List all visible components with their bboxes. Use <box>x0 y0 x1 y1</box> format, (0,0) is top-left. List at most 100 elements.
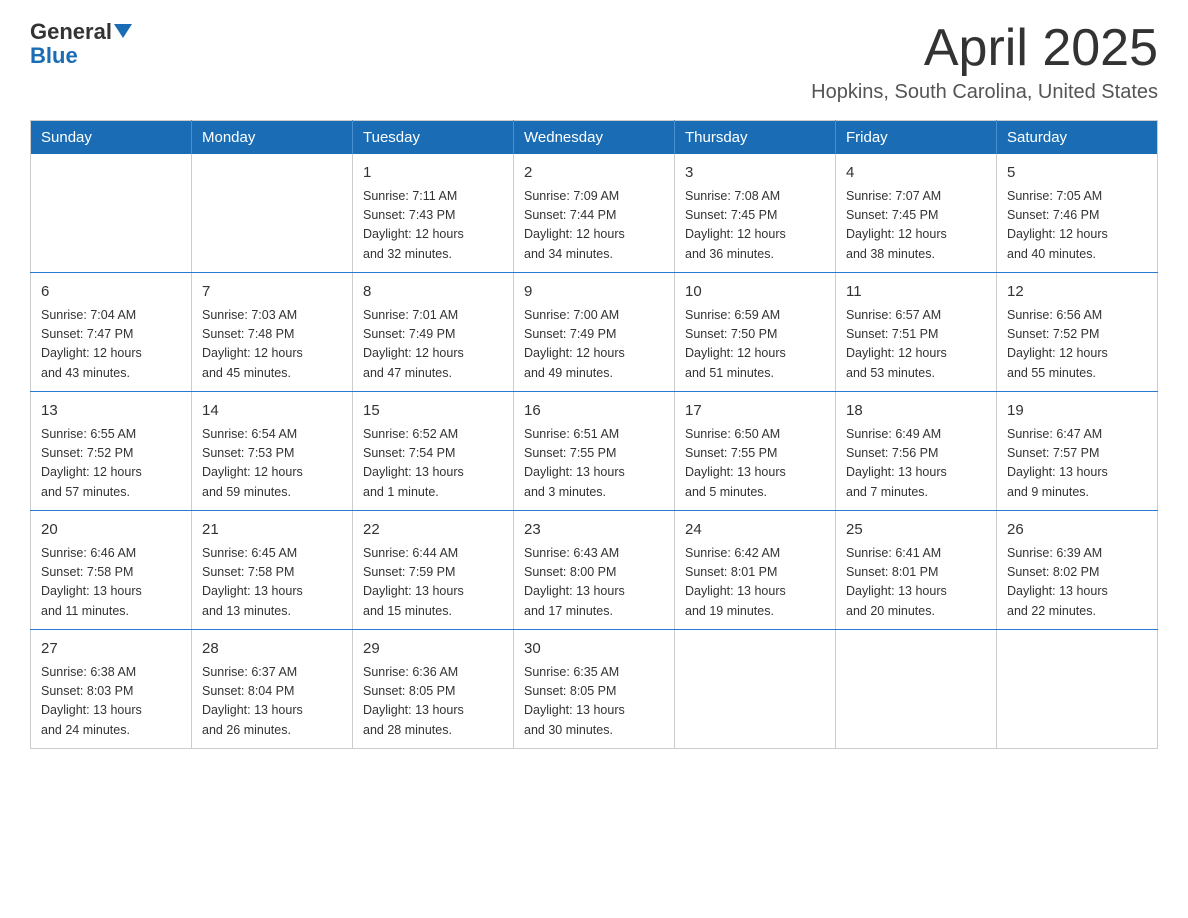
day-number: 23 <box>524 519 664 542</box>
day-number: 28 <box>202 638 342 661</box>
calendar-week-row: 20Sunrise: 6:46 AM Sunset: 7:58 PM Dayli… <box>31 511 1158 630</box>
day-info: Sunrise: 7:01 AM Sunset: 7:49 PM Dayligh… <box>363 306 503 384</box>
day-info: Sunrise: 6:44 AM Sunset: 7:59 PM Dayligh… <box>363 544 503 622</box>
day-number: 17 <box>685 400 825 423</box>
calendar-week-row: 13Sunrise: 6:55 AM Sunset: 7:52 PM Dayli… <box>31 392 1158 511</box>
day-number: 25 <box>846 519 986 542</box>
calendar-week-row: 1Sunrise: 7:11 AM Sunset: 7:43 PM Daylig… <box>31 154 1158 273</box>
calendar-cell <box>997 630 1158 749</box>
calendar-cell <box>192 154 353 273</box>
month-title: April 2025 <box>811 20 1158 77</box>
day-number: 26 <box>1007 519 1147 542</box>
day-info: Sunrise: 7:11 AM Sunset: 7:43 PM Dayligh… <box>363 187 503 265</box>
day-number: 10 <box>685 281 825 304</box>
day-info: Sunrise: 6:49 AM Sunset: 7:56 PM Dayligh… <box>846 425 986 503</box>
calendar-cell: 3Sunrise: 7:08 AM Sunset: 7:45 PM Daylig… <box>675 154 836 273</box>
day-number: 27 <box>41 638 181 661</box>
day-number: 5 <box>1007 162 1147 185</box>
calendar-cell: 2Sunrise: 7:09 AM Sunset: 7:44 PM Daylig… <box>514 154 675 273</box>
calendar-cell: 22Sunrise: 6:44 AM Sunset: 7:59 PM Dayli… <box>353 511 514 630</box>
day-info: Sunrise: 6:43 AM Sunset: 8:00 PM Dayligh… <box>524 544 664 622</box>
calendar-cell: 4Sunrise: 7:07 AM Sunset: 7:45 PM Daylig… <box>836 154 997 273</box>
calendar-cell: 10Sunrise: 6:59 AM Sunset: 7:50 PM Dayli… <box>675 273 836 392</box>
calendar-cell: 27Sunrise: 6:38 AM Sunset: 8:03 PM Dayli… <box>31 630 192 749</box>
day-number: 6 <box>41 281 181 304</box>
day-number: 21 <box>202 519 342 542</box>
page-header: GeneralBlue April 2025 Hopkins, South Ca… <box>30 20 1158 104</box>
calendar-cell: 23Sunrise: 6:43 AM Sunset: 8:00 PM Dayli… <box>514 511 675 630</box>
day-of-week-header: Saturday <box>997 121 1158 155</box>
calendar-cell: 18Sunrise: 6:49 AM Sunset: 7:56 PM Dayli… <box>836 392 997 511</box>
calendar-week-row: 6Sunrise: 7:04 AM Sunset: 7:47 PM Daylig… <box>31 273 1158 392</box>
day-number: 1 <box>363 162 503 185</box>
day-info: Sunrise: 7:09 AM Sunset: 7:44 PM Dayligh… <box>524 187 664 265</box>
day-number: 16 <box>524 400 664 423</box>
calendar-table: SundayMondayTuesdayWednesdayThursdayFrid… <box>30 120 1158 749</box>
calendar-cell <box>675 630 836 749</box>
calendar-cell: 17Sunrise: 6:50 AM Sunset: 7:55 PM Dayli… <box>675 392 836 511</box>
calendar-cell: 29Sunrise: 6:36 AM Sunset: 8:05 PM Dayli… <box>353 630 514 749</box>
day-number: 7 <box>202 281 342 304</box>
calendar-header: SundayMondayTuesdayWednesdayThursdayFrid… <box>31 121 1158 155</box>
day-of-week-header: Monday <box>192 121 353 155</box>
day-info: Sunrise: 7:00 AM Sunset: 7:49 PM Dayligh… <box>524 306 664 384</box>
calendar-body: 1Sunrise: 7:11 AM Sunset: 7:43 PM Daylig… <box>31 154 1158 749</box>
calendar-cell: 15Sunrise: 6:52 AM Sunset: 7:54 PM Dayli… <box>353 392 514 511</box>
day-info: Sunrise: 6:52 AM Sunset: 7:54 PM Dayligh… <box>363 425 503 503</box>
day-number: 3 <box>685 162 825 185</box>
calendar-cell: 28Sunrise: 6:37 AM Sunset: 8:04 PM Dayli… <box>192 630 353 749</box>
day-number: 29 <box>363 638 503 661</box>
calendar-cell: 9Sunrise: 7:00 AM Sunset: 7:49 PM Daylig… <box>514 273 675 392</box>
location-subtitle: Hopkins, South Carolina, United States <box>811 81 1158 104</box>
title-area: April 2025 Hopkins, South Carolina, Unit… <box>811 20 1158 104</box>
logo-triangle-icon <box>114 24 132 38</box>
day-info: Sunrise: 6:38 AM Sunset: 8:03 PM Dayligh… <box>41 663 181 741</box>
day-number: 18 <box>846 400 986 423</box>
day-info: Sunrise: 6:51 AM Sunset: 7:55 PM Dayligh… <box>524 425 664 503</box>
day-number: 8 <box>363 281 503 304</box>
day-info: Sunrise: 6:56 AM Sunset: 7:52 PM Dayligh… <box>1007 306 1147 384</box>
day-number: 4 <box>846 162 986 185</box>
calendar-cell: 7Sunrise: 7:03 AM Sunset: 7:48 PM Daylig… <box>192 273 353 392</box>
day-info: Sunrise: 7:08 AM Sunset: 7:45 PM Dayligh… <box>685 187 825 265</box>
calendar-cell: 24Sunrise: 6:42 AM Sunset: 8:01 PM Dayli… <box>675 511 836 630</box>
day-info: Sunrise: 6:41 AM Sunset: 8:01 PM Dayligh… <box>846 544 986 622</box>
logo: GeneralBlue <box>30 20 132 68</box>
calendar-cell: 30Sunrise: 6:35 AM Sunset: 8:05 PM Dayli… <box>514 630 675 749</box>
day-number: 14 <box>202 400 342 423</box>
day-info: Sunrise: 6:59 AM Sunset: 7:50 PM Dayligh… <box>685 306 825 384</box>
day-number: 13 <box>41 400 181 423</box>
day-number: 9 <box>524 281 664 304</box>
day-info: Sunrise: 6:50 AM Sunset: 7:55 PM Dayligh… <box>685 425 825 503</box>
day-info: Sunrise: 6:35 AM Sunset: 8:05 PM Dayligh… <box>524 663 664 741</box>
day-number: 19 <box>1007 400 1147 423</box>
day-info: Sunrise: 6:57 AM Sunset: 7:51 PM Dayligh… <box>846 306 986 384</box>
calendar-cell: 19Sunrise: 6:47 AM Sunset: 7:57 PM Dayli… <box>997 392 1158 511</box>
calendar-cell: 20Sunrise: 6:46 AM Sunset: 7:58 PM Dayli… <box>31 511 192 630</box>
day-of-week-header: Thursday <box>675 121 836 155</box>
day-number: 15 <box>363 400 503 423</box>
calendar-cell: 8Sunrise: 7:01 AM Sunset: 7:49 PM Daylig… <box>353 273 514 392</box>
logo-blue-text: Blue <box>30 43 78 68</box>
day-info: Sunrise: 7:05 AM Sunset: 7:46 PM Dayligh… <box>1007 187 1147 265</box>
calendar-cell: 1Sunrise: 7:11 AM Sunset: 7:43 PM Daylig… <box>353 154 514 273</box>
day-number: 2 <box>524 162 664 185</box>
calendar-week-row: 27Sunrise: 6:38 AM Sunset: 8:03 PM Dayli… <box>31 630 1158 749</box>
calendar-cell: 13Sunrise: 6:55 AM Sunset: 7:52 PM Dayli… <box>31 392 192 511</box>
day-of-week-header: Wednesday <box>514 121 675 155</box>
calendar-cell: 14Sunrise: 6:54 AM Sunset: 7:53 PM Dayli… <box>192 392 353 511</box>
day-number: 30 <box>524 638 664 661</box>
calendar-cell: 26Sunrise: 6:39 AM Sunset: 8:02 PM Dayli… <box>997 511 1158 630</box>
day-number: 12 <box>1007 281 1147 304</box>
days-of-week-row: SundayMondayTuesdayWednesdayThursdayFrid… <box>31 121 1158 155</box>
calendar-cell: 21Sunrise: 6:45 AM Sunset: 7:58 PM Dayli… <box>192 511 353 630</box>
day-info: Sunrise: 6:54 AM Sunset: 7:53 PM Dayligh… <box>202 425 342 503</box>
calendar-cell: 25Sunrise: 6:41 AM Sunset: 8:01 PM Dayli… <box>836 511 997 630</box>
day-info: Sunrise: 6:39 AM Sunset: 8:02 PM Dayligh… <box>1007 544 1147 622</box>
day-number: 22 <box>363 519 503 542</box>
day-info: Sunrise: 7:03 AM Sunset: 7:48 PM Dayligh… <box>202 306 342 384</box>
day-info: Sunrise: 6:46 AM Sunset: 7:58 PM Dayligh… <box>41 544 181 622</box>
day-of-week-header: Sunday <box>31 121 192 155</box>
day-info: Sunrise: 6:55 AM Sunset: 7:52 PM Dayligh… <box>41 425 181 503</box>
day-of-week-header: Friday <box>836 121 997 155</box>
